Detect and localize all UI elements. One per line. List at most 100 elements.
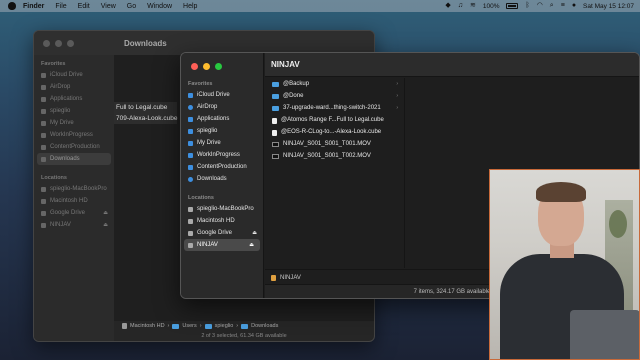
laptop (570, 310, 639, 359)
disk-icon (188, 230, 193, 236)
chevron-right-icon: › (199, 323, 202, 329)
eject-icon[interactable]: ⏏ (103, 219, 108, 231)
downloads-icon (41, 156, 46, 162)
menu-file[interactable]: File (55, 3, 66, 10)
zoom-button[interactable] (67, 40, 74, 47)
battery-icon[interactable] (506, 3, 519, 9)
sidebar-item-workinprogress[interactable]: WorkInProgress (34, 129, 114, 141)
sidebar-item-my-drive[interactable]: My Drive (34, 117, 114, 129)
path-segment[interactable]: Downloads (251, 323, 278, 329)
applications-icon (188, 116, 193, 122)
chevron-right-icon: › (236, 323, 239, 329)
sidebar-item-airdrop[interactable]: AirDrop (34, 81, 114, 93)
menu-help[interactable]: Help (183, 3, 197, 10)
chevron-right-icon: › (396, 81, 398, 87)
sidebar-item-google-drive[interactable]: Google Drive ⏏ (34, 207, 114, 219)
menu-view[interactable]: View (101, 3, 116, 10)
clock[interactable]: Sat May 15 12:07 (583, 3, 634, 10)
cloud-icon (41, 72, 46, 78)
close-button[interactable] (191, 63, 198, 70)
path-segment[interactable]: NINJAV (280, 275, 301, 281)
disk-icon (122, 323, 127, 329)
disk-icon (188, 218, 193, 224)
folder-icon (188, 152, 193, 158)
sidebar-item-workinprogress[interactable]: WorkInProgress (181, 149, 263, 161)
apple-icon[interactable] (8, 2, 16, 10)
airdrop-icon (41, 84, 46, 90)
sidebar-item-google-drive[interactable]: Google Drive ⏏ (181, 227, 263, 239)
menu-window[interactable]: Window (147, 3, 172, 10)
movie-icon (272, 142, 279, 147)
zoom-button[interactable] (215, 63, 222, 70)
sidebar-item-macbook[interactable]: spieglio-MacBookPro (34, 183, 114, 195)
file-column[interactable]: @Backup › @Done › 37-upgrade-ward...thing-… (265, 78, 405, 268)
window-title: NINJAV (271, 60, 300, 69)
sidebar-item-home[interactable]: spieglio (34, 105, 114, 117)
menu-go[interactable]: Go (127, 3, 136, 10)
background-plant (609, 210, 627, 238)
sidebar-item-contentproduction[interactable]: ContentProduction (181, 161, 263, 173)
file-row[interactable]: @Backup › (265, 79, 404, 90)
close-button[interactable] (43, 40, 50, 47)
file-row[interactable]: @Atomos Range F...Full to Legal.cube (265, 115, 404, 126)
file-row[interactable]: NINJAV_S001_S001_T001.MOV (265, 139, 404, 150)
favorites-heading: Favorites (188, 81, 213, 87)
file-row[interactable]: 709-Alexa-Look.cube (114, 113, 178, 124)
folder-icon (204, 323, 212, 329)
path-segment[interactable]: spieglio (215, 323, 234, 329)
wifi-icon[interactable]: ≋ (470, 0, 476, 12)
sidebar-item-macbook[interactable]: spieglio-MacBookPro (181, 203, 263, 215)
control-center-icon[interactable]: ≡ (561, 0, 565, 12)
airdrop-icon (188, 104, 193, 110)
chevron-right-icon: › (396, 105, 398, 111)
minimize-button[interactable] (55, 40, 62, 47)
disk-icon (41, 198, 46, 204)
sidebar-item-contentproduction[interactable]: ContentProduction (34, 141, 114, 153)
file-row[interactable]: @EOS-R-CLog-to...-Alexa-Look.cube (265, 127, 404, 138)
eject-icon[interactable]: ⏏ (103, 207, 108, 219)
menu-finder[interactable]: Finder (23, 3, 44, 10)
path-segment[interactable]: Users (182, 323, 196, 329)
sidebar-item-downloads[interactable]: Downloads (181, 173, 263, 185)
sidebar-item-macintosh-hd[interactable]: Macintosh HD (181, 215, 263, 227)
folder-icon (41, 144, 46, 150)
folder-icon (172, 323, 180, 329)
siri-icon[interactable]: ● (572, 0, 576, 12)
document-icon (272, 117, 277, 124)
chevron-right-icon: › (167, 323, 170, 329)
chevron-right-icon: › (396, 93, 398, 99)
minimize-button[interactable] (203, 63, 210, 70)
sidebar-item-ninjav[interactable]: NINJAV ⏏ (34, 219, 114, 231)
file-row[interactable]: @Done › (265, 91, 404, 102)
folder-icon (188, 164, 193, 170)
sidebar-item-icloud[interactable]: iCloud Drive (181, 89, 263, 101)
sidebar-item-macintosh-hd[interactable]: Macintosh HD (34, 195, 114, 207)
eject-icon[interactable]: ⏏ (249, 239, 254, 251)
file-row[interactable]: 37-upgrade-ward...thing-switch-2021 › (265, 103, 404, 114)
menu-edit[interactable]: Edit (78, 3, 90, 10)
headphones-icon[interactable]: ♫ (458, 0, 463, 12)
file-row[interactable]: NINJAV_S001_S001_T002.MOV (265, 151, 404, 162)
wifi-signal-icon[interactable]: ◠ (537, 0, 543, 12)
sidebar-item-my-drive[interactable]: My Drive (181, 137, 263, 149)
sidebar-item-icloud[interactable]: iCloud Drive (34, 69, 114, 81)
file-row[interactable]: Full to Legal.cube (114, 102, 178, 113)
sidebar-item-home[interactable]: spieglio (181, 125, 263, 137)
search-icon[interactable]: ⌕ (550, 0, 554, 12)
applications-icon (41, 96, 46, 102)
sidebar: Favorites iCloud Drive AirDrop Applicati… (181, 53, 264, 298)
eject-icon[interactable]: ⏏ (252, 227, 257, 239)
bluetooth-icon[interactable]: ᛒ (525, 0, 529, 12)
sidebar-item-applications[interactable]: Applications (181, 113, 263, 125)
toolbar[interactable]: NINJAV (265, 53, 639, 77)
path-segment[interactable]: Macintosh HD (130, 323, 165, 329)
laptop-icon (188, 206, 193, 212)
sidebar-item-downloads[interactable]: Downloads (37, 153, 111, 165)
sidebar-item-applications[interactable]: Applications (34, 93, 114, 105)
dropbox-icon[interactable]: ◆ (445, 0, 450, 12)
folder-icon (272, 82, 279, 87)
locations-heading: Locations (188, 195, 214, 201)
disk-icon (41, 222, 46, 228)
sidebar-item-airdrop[interactable]: AirDrop (181, 101, 263, 113)
sidebar-item-ninjav[interactable]: NINJAV ⏏ (184, 239, 260, 251)
